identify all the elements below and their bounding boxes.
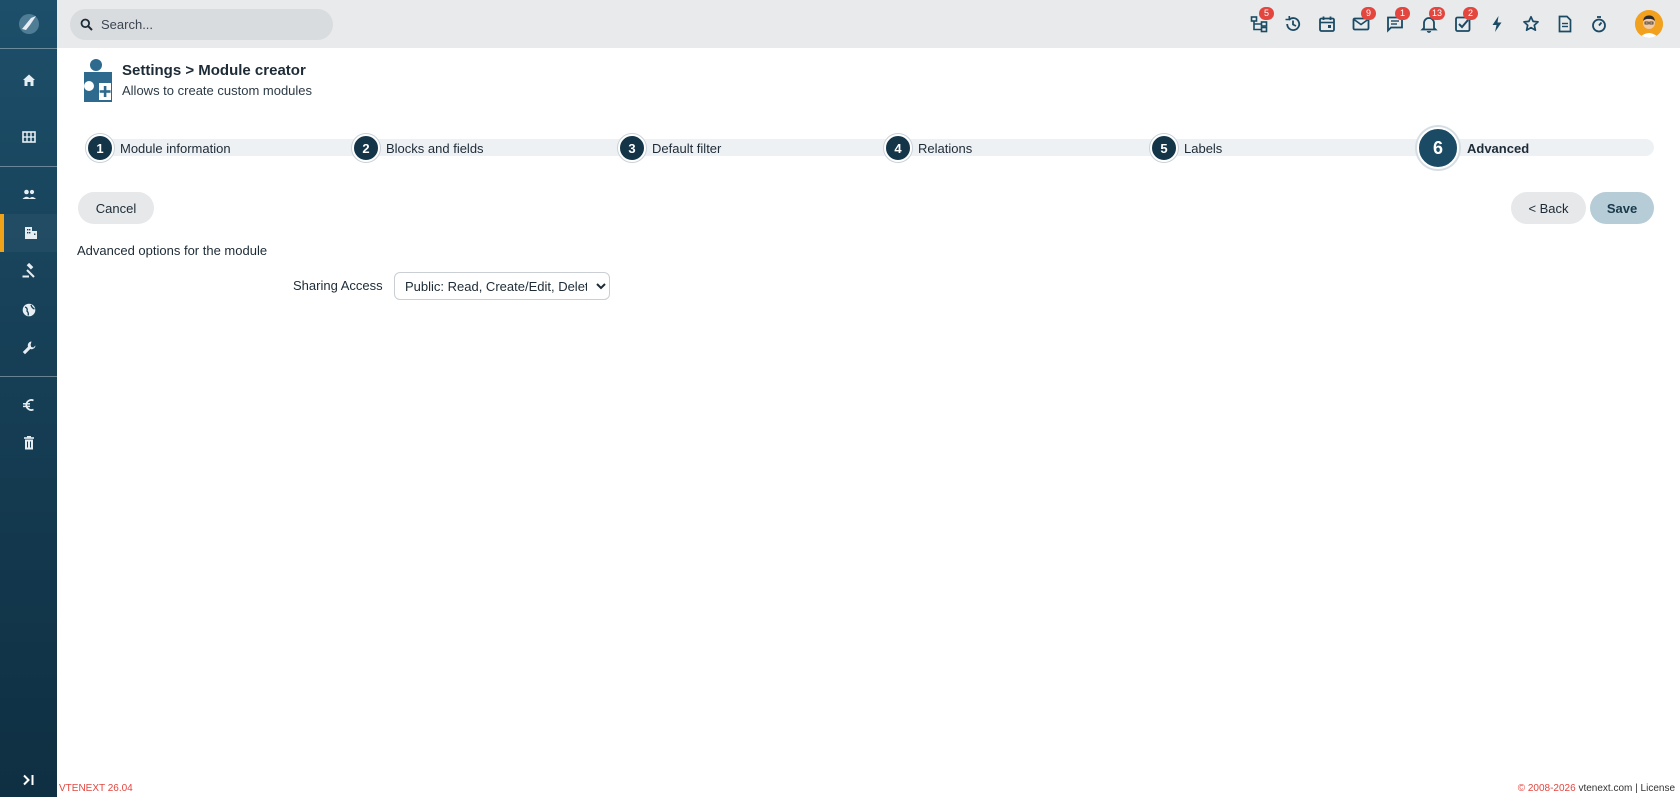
- footer-version: VTENEXT 26.04: [59, 783, 133, 794]
- wizard-step-module-information[interactable]: 1 Module information: [86, 134, 231, 162]
- wizard-step-relations[interactable]: 4 Relations: [884, 134, 972, 162]
- mail-badge: 9: [1361, 7, 1376, 20]
- grid-icon: [21, 131, 36, 143]
- history-icon: [1285, 16, 1301, 31]
- sidebar-item-euro[interactable]: [0, 386, 57, 424]
- license-link[interactable]: License: [1641, 783, 1675, 794]
- footer-separator: |: [1635, 783, 1638, 794]
- users-icon: [22, 189, 36, 199]
- sidebar-divider: [0, 48, 57, 49]
- expand-icon: [22, 774, 33, 786]
- step-label: Blocks and fields: [386, 140, 484, 156]
- documents-button[interactable]: [1553, 12, 1577, 36]
- topbar: 5 9 1 13 2: [57, 0, 1680, 48]
- sidebar-item-wrench[interactable]: [0, 329, 57, 367]
- processes-button[interactable]: 5: [1247, 7, 1274, 36]
- step-number: 5: [1150, 134, 1178, 162]
- calendar-button[interactable]: [1315, 12, 1339, 36]
- sidebar-item-grid[interactable]: [0, 118, 57, 156]
- globe-icon: [22, 303, 35, 317]
- step-label: Advanced: [1467, 140, 1530, 156]
- sharing-access-label: Sharing Access: [293, 278, 383, 293]
- tasks-button[interactable]: 2: [1451, 7, 1478, 36]
- cancel-button[interactable]: Cancel: [78, 192, 154, 224]
- wizard-step-default-filter[interactable]: 3 Default filter: [618, 134, 721, 162]
- sidebar-item-trash[interactable]: [0, 424, 57, 462]
- messages-badge: 1: [1395, 7, 1410, 20]
- trash-icon: [23, 436, 34, 450]
- notifications-button[interactable]: 13: [1417, 7, 1446, 36]
- sharing-access-select[interactable]: Public: Read, Create/Edit, Delete: [394, 272, 610, 300]
- sidebar-item-home[interactable]: [0, 61, 57, 99]
- favorites-icon: [1523, 15, 1539, 32]
- step-number: 6: [1417, 127, 1459, 169]
- footer-copyright: © 2008-2026 vtenext.com | License: [1518, 783, 1675, 794]
- messages-button[interactable]: 1: [1383, 7, 1410, 36]
- page-subtitle: Allows to create custom modules: [122, 83, 313, 98]
- search-icon: [80, 18, 93, 31]
- step-label: Default filter: [652, 140, 722, 156]
- favorites-button[interactable]: [1519, 12, 1543, 36]
- timer-button[interactable]: [1587, 12, 1611, 36]
- wizard-step-blocks-and-fields[interactable]: 2 Blocks and fields: [352, 134, 484, 162]
- sidebar-item-auction[interactable]: [0, 252, 57, 290]
- sidebar-divider: [0, 376, 57, 377]
- advanced-options-description: Advanced options for the module: [77, 243, 268, 258]
- quick-create-icon: [1492, 16, 1502, 32]
- save-button[interactable]: Save: [1590, 192, 1654, 224]
- step-label: Relations: [918, 140, 973, 156]
- documents-icon: [1558, 15, 1572, 33]
- step-number: 3: [618, 134, 646, 162]
- step-number: 1: [86, 134, 114, 162]
- avatar-icon: [1635, 10, 1663, 38]
- quick-create-button[interactable]: [1485, 12, 1509, 36]
- step-label: Module information: [120, 140, 231, 156]
- calendar-icon: [1319, 16, 1335, 32]
- search-box[interactable]: [70, 9, 333, 40]
- module-creator-icon: [82, 59, 114, 103]
- mail-button[interactable]: 9: [1349, 7, 1376, 36]
- logo-icon: [18, 14, 39, 34]
- step-number: 4: [884, 134, 912, 162]
- history-button[interactable]: [1281, 12, 1305, 36]
- tasks-badge: 2: [1463, 7, 1478, 20]
- auction-icon: [22, 263, 35, 278]
- sidebar-item-company[interactable]: [0, 214, 57, 252]
- company-icon: [24, 227, 37, 239]
- euro-icon: [22, 399, 34, 411]
- wrench-icon: [22, 341, 35, 355]
- step-number: 2: [352, 134, 380, 162]
- user-avatar[interactable]: [1635, 10, 1663, 38]
- vtenext-link[interactable]: vtenext.com: [1578, 783, 1632, 794]
- vtenext-logo[interactable]: [0, 0, 57, 48]
- notifications-badge: 13: [1429, 7, 1446, 20]
- sidebar: [0, 0, 57, 797]
- page-title: Settings > Module creator: [122, 62, 306, 79]
- home-icon: [22, 74, 35, 86]
- copyright-text: © 2008-2026: [1517, 783, 1576, 794]
- step-label: Labels: [1184, 140, 1223, 156]
- search-input[interactable]: [101, 17, 321, 32]
- processes-badge: 5: [1259, 7, 1274, 20]
- sidebar-divider: [0, 166, 57, 167]
- wizard-step-advanced[interactable]: 6 Advanced: [1417, 127, 1529, 169]
- sidebar-item-globe[interactable]: [0, 291, 57, 329]
- back-button[interactable]: < Back: [1511, 192, 1586, 224]
- timer-icon: [1592, 16, 1606, 33]
- wizard-step-labels[interactable]: 5 Labels: [1150, 134, 1222, 162]
- sidebar-item-users[interactable]: [0, 175, 57, 213]
- sidebar-expand-button[interactable]: [0, 770, 57, 790]
